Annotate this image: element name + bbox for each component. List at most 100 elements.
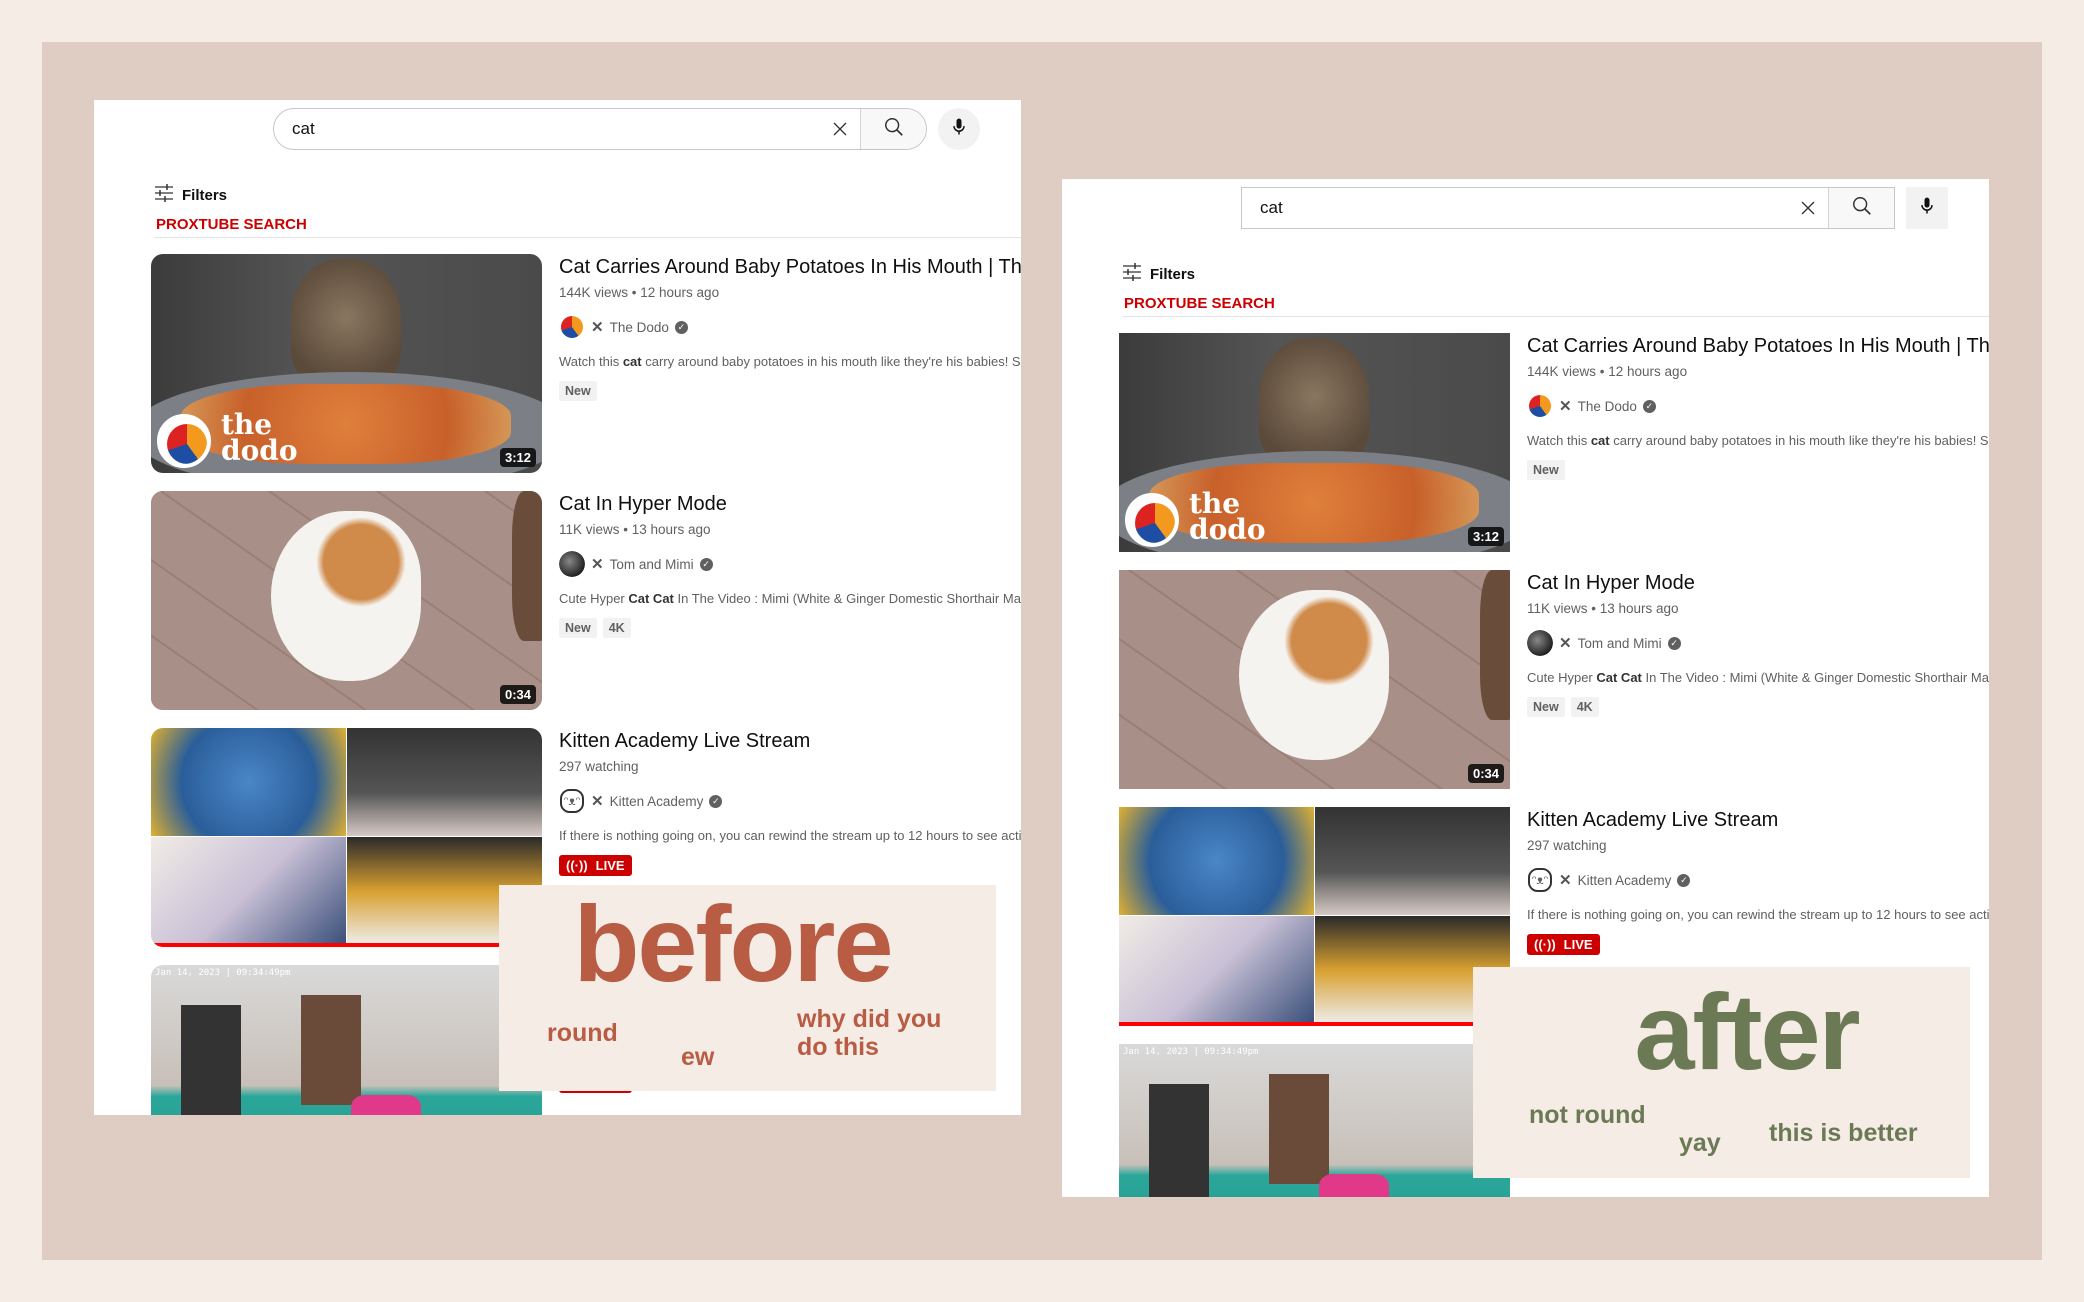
badge-row: New [1527,460,1989,480]
search-icon [883,116,905,143]
video-meta: 297 watching [559,759,639,774]
block-channel-icon[interactable]: ✕ [591,318,604,336]
video-thumbnail[interactable] [1119,807,1510,1026]
annotation-note: why did you do this [797,1005,942,1061]
channel-avatar: ᵔᴥᵔ [559,788,585,814]
channel-avatar: ᵔᴥᵔ [1527,867,1553,893]
channel-row[interactable]: ᵔᴥᵔ ✕ Kitten Academy ✓ [559,788,1021,814]
channel-row[interactable]: ᵔᴥᵔ ✕ Kitten Academy ✓ [1527,867,1989,893]
badge-row: New 4K [1527,697,1989,717]
channel-avatar [1527,393,1553,419]
filters-label: Filters [182,186,228,204]
filters-label: Filters [1150,265,1196,283]
live-label: LIVE [1563,937,1593,952]
timestamp-overlay: Jan 14, 2023 | 09:34:49pm [1123,1047,1259,1057]
duration-badge: 0:34 [499,685,536,704]
video-title-link[interactable]: Cat In Hyper Mode [1527,572,1989,595]
channel-name: Kitten Academy [1577,872,1672,888]
video-meta: 297 watching [1527,838,1607,853]
close-icon[interactable] [820,109,860,149]
channel-name: The Dodo [609,319,669,335]
microphone-icon [949,116,969,143]
voice-search-button[interactable] [1906,187,1948,229]
channel-avatar [1527,630,1553,656]
channel-row[interactable]: ✕ The Dodo ✓ [1527,393,1989,419]
video-meta: 144K views • 12 hours ago [1527,364,1688,379]
section-heading: PROXTUBE SEARCH [156,216,307,233]
close-icon[interactable] [1788,188,1828,228]
duration-badge: 3:12 [1467,527,1504,546]
video-result: 0:34 Cat In Hyper Mode 11K views • 13 ho… [151,491,1021,711]
channel-name: Tom and Mimi [609,556,694,572]
video-description: Cute Hyper Cat Cat In The Video : Mimi (… [1527,670,1989,685]
verified-icon: ✓ [1642,399,1656,413]
video-meta: 144K views • 12 hours ago [559,285,720,300]
divider [154,237,1021,238]
annotation-heading: before [573,883,893,1004]
badge: 4K [1570,697,1599,717]
annotation-note: round [547,1019,618,1047]
sliders-icon [1122,263,1142,285]
video-thumbnail[interactable] [151,728,542,947]
video-description: Watch this cat carry around baby potatoe… [1527,433,1989,448]
channel-name: Kitten Academy [609,793,704,809]
video-title-link[interactable]: Kitten Academy Live Stream [559,730,1021,753]
badge: New [559,381,597,401]
search-button[interactable] [860,109,926,149]
video-description: Cute Hyper Cat Cat In The Video : Mimi (… [559,591,1021,606]
channel-logo-text: the dodo [1189,487,1266,546]
badge-row: ((·)) LIVE [559,855,1021,876]
search-input[interactable] [1242,188,1788,228]
after-annotation-card: after not round yay this is better [1473,967,1970,1178]
filters-button[interactable]: Filters [154,184,227,206]
channel-name: Tom and Mimi [1577,635,1662,651]
video-title-link[interactable]: Cat In Hyper Mode [559,493,1021,516]
video-result: 0:34 Cat In Hyper Mode 11K views • 13 ho… [1119,570,1989,790]
after-screenshot-panel: Filters PROXTUBE SEARCH the dodo 3:12 Ca… [1062,179,1989,1197]
video-description: Watch this cat carry around baby potatoe… [559,354,1021,369]
badge-row: ((·)) LIVE [1527,934,1989,955]
annotation-note: not round [1529,1101,1646,1129]
video-title-link[interactable]: Cat Carries Around Baby Potatoes In His … [559,256,1021,279]
channel-logo-text: the dodo [221,408,298,467]
channel-row[interactable]: ✕ Tom and Mimi ✓ [559,551,1021,577]
video-title-link[interactable]: Cat Carries Around Baby Potatoes In His … [1527,335,1989,358]
channel-name: The Dodo [1577,398,1637,414]
sliders-icon [154,184,174,206]
before-screenshot-panel: Filters PROXTUBE SEARCH the dodo 3:12 Ca… [94,100,1021,1115]
video-thumbnail[interactable]: 0:34 [151,491,542,710]
search-icon [1851,195,1873,222]
video-result: the dodo 3:12 Cat Carries Around Baby Po… [151,254,1021,474]
filters-button[interactable]: Filters [1122,263,1195,285]
block-channel-icon[interactable]: ✕ [1559,397,1572,415]
search-box [273,108,927,150]
video-title-link[interactable]: Kitten Academy Live Stream [1527,809,1989,832]
block-channel-icon[interactable]: ✕ [1559,634,1572,652]
verified-icon: ✓ [674,320,688,334]
video-thumbnail[interactable]: the dodo 3:12 [1119,333,1510,552]
badge: New [1527,697,1565,717]
section-heading: PROXTUBE SEARCH [1124,295,1275,312]
channel-row[interactable]: ✕ Tom and Mimi ✓ [1527,630,1989,656]
badge-row: New [559,381,1021,401]
video-thumbnail[interactable]: 0:34 [1119,570,1510,789]
before-annotation-card: before round ew why did you do this [499,883,996,1091]
block-channel-icon[interactable]: ✕ [1559,871,1572,889]
badge: 4K [602,618,631,638]
video-thumbnail[interactable]: the dodo 3:12 [151,254,542,473]
block-channel-icon[interactable]: ✕ [591,792,604,810]
video-thumbnail[interactable]: Jan 14, 2023 | 09:34:49pm [151,965,542,1115]
search-button[interactable] [1828,188,1894,228]
search-input[interactable] [274,109,820,149]
duration-badge: 3:12 [499,448,536,467]
block-channel-icon[interactable]: ✕ [591,555,604,573]
divider [1122,316,1989,317]
video-description: If there is nothing going on, you can re… [1527,907,1989,922]
channel-row[interactable]: ✕ The Dodo ✓ [559,314,1021,340]
live-badge: ((·)) LIVE [1527,934,1600,955]
broadcast-icon: ((·)) [566,858,588,873]
annotation-note: this is better [1769,1119,1918,1147]
video-thumbnail[interactable]: Jan 14, 2023 | 09:34:49pm [1119,1044,1510,1197]
badge-row: New 4K [559,618,1021,638]
voice-search-button[interactable] [938,108,980,150]
